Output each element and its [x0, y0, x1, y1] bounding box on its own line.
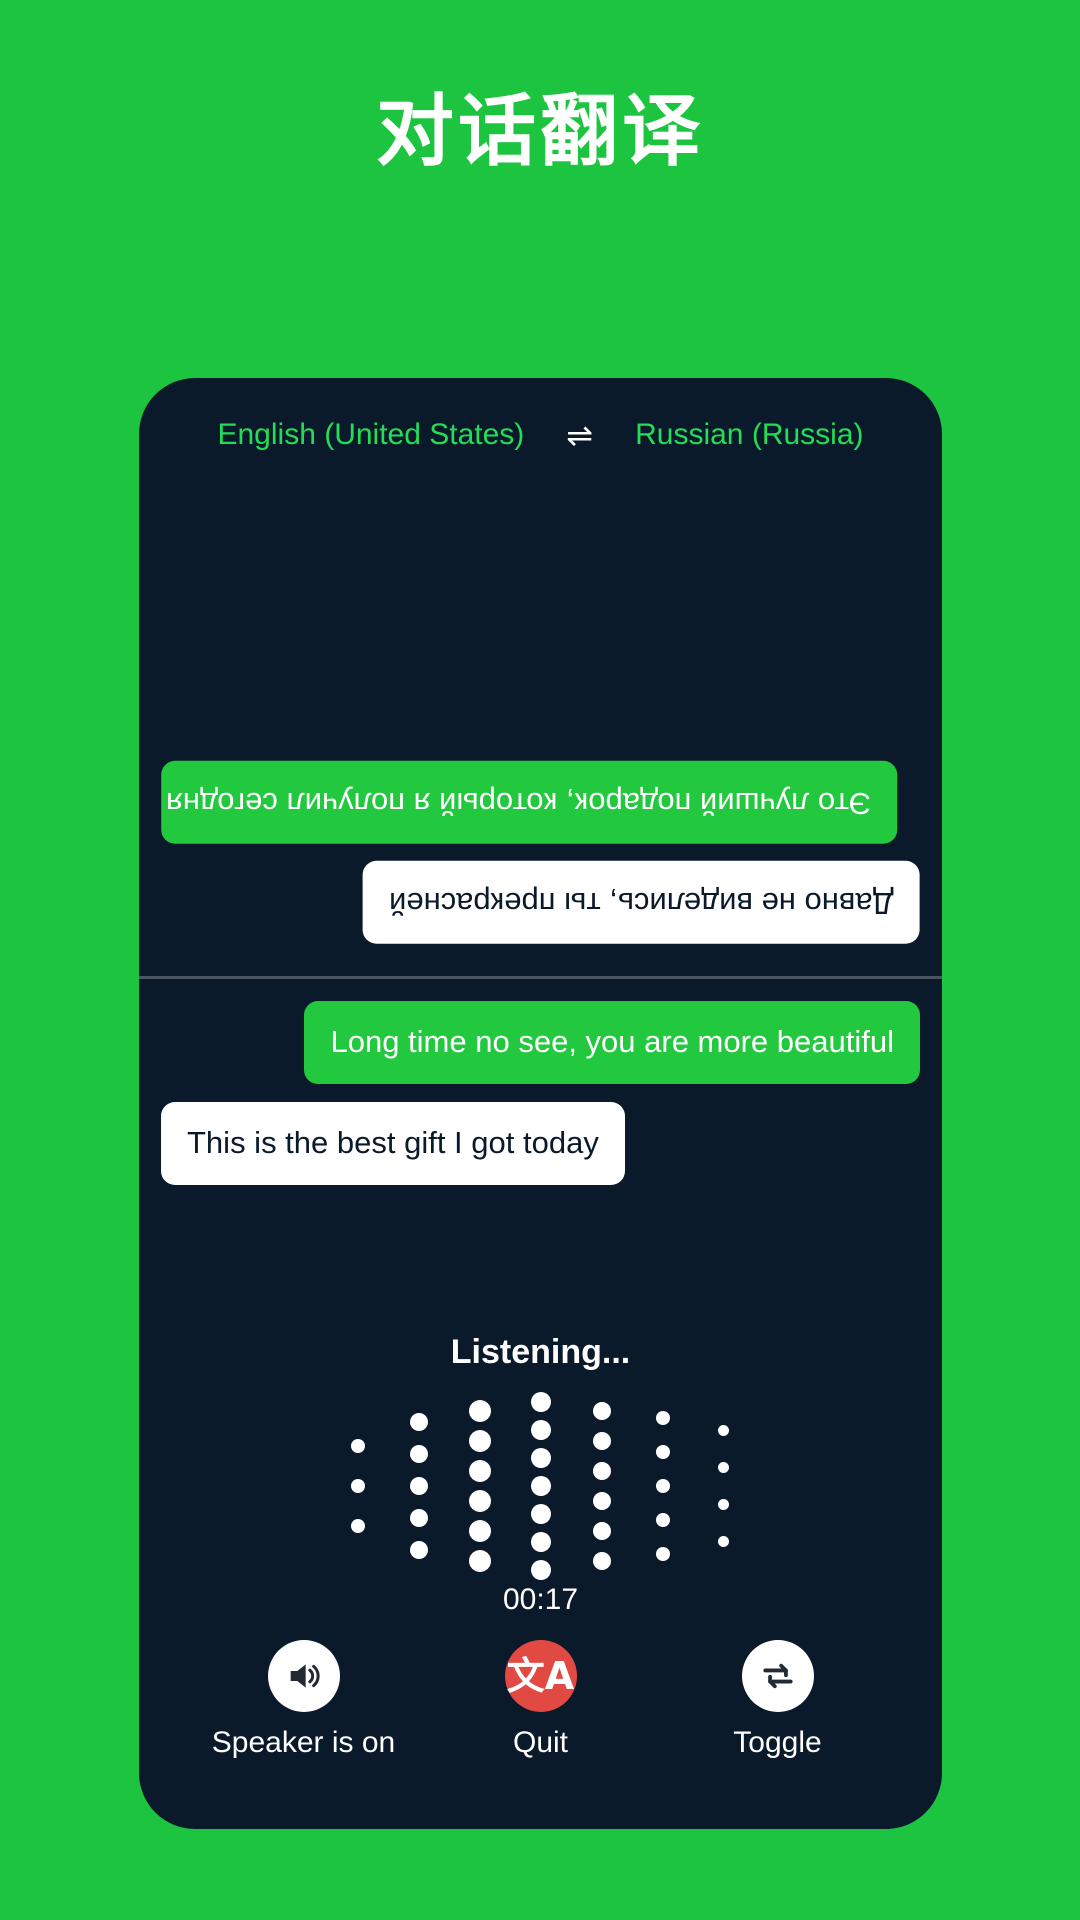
waveform-dot [468, 1489, 491, 1512]
waveform-dot [409, 1540, 428, 1559]
toggle-swap-icon [762, 1663, 793, 1689]
message-row: Long time no see, you are more beautiful [161, 1001, 920, 1084]
local-conversation-panel: Long time no see, you are more beautiful… [139, 979, 942, 1309]
waveform-dot [468, 1429, 491, 1452]
toggle-button-circle[interactable] [741, 1640, 814, 1712]
message-bubble[interactable]: This is the best gift I got today [161, 1101, 625, 1185]
waveform-column [693, 1424, 754, 1547]
waveform-dot [530, 1447, 551, 1468]
translate-icon: 文A [506, 1654, 575, 1698]
waveform-dot [655, 1478, 670, 1493]
waveform-dot [350, 1478, 365, 1493]
waveform-dot [350, 1438, 365, 1453]
waveform-dot [592, 1551, 611, 1570]
waveform-dot [592, 1431, 611, 1450]
listening-status: Listening... [450, 1333, 631, 1371]
quit-button-label: Quit [512, 1726, 569, 1759]
app-root: 对话翻译 English (United States) ⇌ Russian (… [0, 0, 1080, 1920]
remote-conversation-panel: Это лучший подарок, который я получил се… [139, 478, 942, 976]
language-bar: English (United States) ⇌ Russian (Russi… [139, 418, 942, 452]
waveform-dot [592, 1521, 611, 1540]
waveform-column [571, 1401, 632, 1570]
waveform-dot [468, 1399, 491, 1422]
speaker-button-circle[interactable] [267, 1640, 340, 1712]
waveform-column [327, 1438, 388, 1533]
waveform-dot [718, 1424, 729, 1436]
waveform-dot [655, 1546, 670, 1561]
message-row: Это лучший подарок, который я получил се… [161, 760, 920, 844]
audio-waveform [139, 1388, 942, 1583]
waveform-dot [655, 1512, 670, 1527]
waveform-dot [409, 1444, 428, 1463]
toggle-button-label: Toggle [733, 1726, 822, 1759]
waveform-dot [530, 1391, 551, 1412]
waveform-dot [468, 1519, 491, 1542]
waveform-dot [530, 1419, 551, 1440]
waveform-dot [530, 1503, 551, 1524]
waveform-dot [718, 1535, 729, 1547]
toggle-button[interactable]: Toggle [668, 1640, 888, 1760]
control-bar: Speaker is on 文A Quit Toggle [139, 1640, 942, 1760]
swap-horizontal-icon[interactable]: ⇌ [566, 419, 593, 451]
waveform-dot [468, 1459, 491, 1482]
target-language-label[interactable]: Russian (Russia) [635, 418, 863, 452]
recording-timer: 00:17 [502, 1583, 579, 1616]
message-bubble[interactable]: Давно не виделись, ты прекрасней [363, 861, 920, 944]
phone-frame: English (United States) ⇌ Russian (Russi… [139, 378, 942, 1829]
waveform-dot [409, 1476, 428, 1495]
message-bubble[interactable]: Long time no see, you are more beautiful [304, 1001, 920, 1084]
waveform-dot [592, 1491, 611, 1510]
waveform-dot [350, 1518, 365, 1533]
waveform-column [449, 1399, 510, 1572]
speaker-button[interactable]: Speaker is on [194, 1640, 414, 1760]
waveform-dot [530, 1531, 551, 1552]
quit-button-circle[interactable]: 文A [504, 1640, 577, 1712]
waveform-dot [468, 1549, 491, 1572]
waveform-dot [592, 1401, 611, 1420]
waveform-dot [718, 1461, 729, 1473]
waveform-dot [530, 1475, 551, 1496]
page-title: 对话翻译 [375, 87, 704, 177]
speaker-button-label: Speaker is on [211, 1726, 396, 1759]
waveform-dot [530, 1559, 551, 1580]
waveform-column [388, 1412, 449, 1559]
waveform-column [632, 1410, 693, 1561]
waveform-column [510, 1391, 571, 1580]
source-language-label[interactable]: English (United States) [217, 418, 524, 452]
waveform-dot [409, 1412, 428, 1431]
waveform-dot [655, 1410, 670, 1425]
message-row: This is the best gift I got today [161, 1101, 920, 1185]
waveform-dot [718, 1498, 729, 1510]
waveform-dot [655, 1444, 670, 1459]
waveform-dot [409, 1508, 428, 1527]
waveform-dot [592, 1461, 611, 1480]
quit-button[interactable]: 文A Quit [431, 1640, 651, 1760]
message-bubble[interactable]: Это лучший подарок, который я получил се… [161, 760, 898, 844]
message-row: Давно не виделись, ты прекрасней [161, 861, 920, 944]
speaker-on-icon [290, 1664, 320, 1688]
